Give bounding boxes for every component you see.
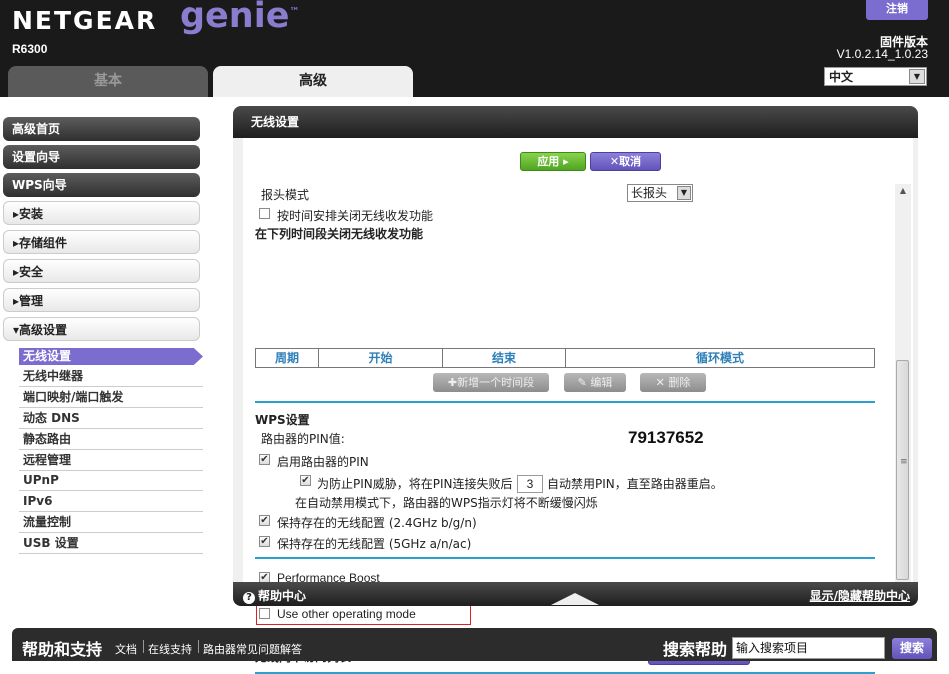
panel-body: 应用 ▸ ✕取消 报头模式 长报头 ▼ 按时间安排关闭无线收发功能 在下列时间段关…	[243, 138, 913, 674]
head-mode-value: 长报头	[631, 186, 668, 200]
panel-footer: ? 帮助中心 显示/隐藏帮助中心	[233, 582, 918, 606]
sidebar-sub-wireless-settings[interactable]: 无线设置	[19, 348, 203, 365]
genie-logo: genie™	[180, 0, 299, 36]
panel-title: 无线设置	[233, 106, 918, 138]
divider	[255, 557, 875, 559]
sidebar-sub-traffic-meter[interactable]: 流量控制	[19, 513, 203, 533]
schedule-table-header: 周期 开始 结束 循环模式	[255, 348, 875, 368]
sidebar-sub-remote-management[interactable]: 远程管理	[19, 451, 203, 471]
trademark: ™	[289, 6, 300, 18]
sidebar-sub-usb-settings[interactable]: USB 设置	[19, 534, 203, 554]
show-hide-help-link[interactable]: 显示/隐藏帮助中心	[810, 587, 910, 604]
sidebar-item-security[interactable]: ▸安全	[3, 259, 200, 283]
column-header-start: 开始	[319, 349, 443, 367]
search-help-label: 搜索帮助	[663, 640, 728, 659]
search-button[interactable]: 搜索	[892, 638, 932, 659]
keep-5ghz-checkbox[interactable]: ✔	[259, 536, 270, 547]
keep-24ghz-checkbox[interactable]: ✔	[259, 515, 270, 526]
firmware-version: V1.0.2.14_1.0.23	[836, 47, 928, 61]
tab-advanced[interactable]: 高级	[213, 66, 413, 97]
help-center-label: 帮助中心	[258, 589, 307, 603]
chevron-down-icon: ▼	[909, 69, 925, 84]
edit-button[interactable]: ✎ 编辑	[564, 373, 626, 392]
online-support-link[interactable]: 在线支持	[148, 641, 192, 657]
expand-arrow-icon[interactable]	[551, 593, 599, 605]
schedule-off-label: 按时间安排关闭无线收发功能	[277, 209, 434, 223]
sidebar-item-wps-wizard[interactable]: WPS向导	[3, 173, 200, 197]
brand-logo: NETGEAR	[12, 6, 158, 35]
sidebar-item-setup[interactable]: ▸安装	[3, 201, 200, 225]
sidebar-sub-upnp[interactable]: UPnP	[19, 471, 203, 491]
cancel-button[interactable]: ✕取消	[590, 152, 661, 171]
wireless-settings-panel: 无线设置 应用 ▸ ✕取消 报头模式 长报头 ▼ 按时间安排关闭无线收发功能 在下…	[233, 106, 918, 674]
column-header-repeat: 循环模式	[695, 351, 744, 365]
scroll-up-icon[interactable]: ▲	[895, 184, 911, 198]
help-icon: ?	[243, 592, 255, 604]
help-center-toggle[interactable]: ? 帮助中心	[243, 587, 306, 604]
language-value: 中文	[829, 70, 854, 84]
sidebar-item-setup-wizard[interactable]: 设置向导	[3, 145, 200, 169]
sidebar-sub-dynamic-dns[interactable]: 动态 DNS	[19, 409, 203, 429]
router-model: R6300	[12, 42, 48, 56]
head-mode-select[interactable]: 长报头 ▼	[627, 184, 693, 202]
separator	[198, 640, 199, 653]
prevent-pin-attack-label: 为防止PIN威胁，将在PIN连接失败后	[317, 477, 513, 491]
search-input[interactable]: 输入搜索项目	[732, 637, 885, 659]
separator	[143, 640, 144, 653]
genie-text: genie	[180, 0, 290, 36]
add-period-button[interactable]: ✚新增一个时间段	[433, 373, 549, 392]
scroll-thumb[interactable]: ≡	[896, 360, 909, 580]
tab-basic[interactable]: 基本	[8, 66, 208, 97]
column-header-end: 结束	[443, 349, 566, 367]
pin-value: 79137652	[628, 428, 704, 447]
enable-pin-checkbox[interactable]: ✔	[259, 454, 270, 465]
keep-5ghz-label: 保持存在的无线配置 (5GHz a/n/ac)	[277, 537, 472, 551]
header: NETGEAR genie™ R6300 注销 固件版本 V1.0.2.14_1…	[0, 0, 949, 97]
keep-24ghz-label: 保持存在的无线配置 (2.4GHz b/g/n)	[277, 516, 477, 530]
schedule-heading: 在下列时间段关闭无线收发功能	[255, 227, 424, 241]
pin-label: 路由器的PIN值:	[261, 432, 345, 446]
prevent-pin-attack-suffix: 自动禁用PIN，直至路由器重启。	[547, 477, 723, 491]
sidebar-sub-port-forwarding[interactable]: 端口映射/端口触发	[19, 388, 203, 408]
language-select[interactable]: 中文 ▼	[824, 67, 927, 86]
docs-link[interactable]: 文档	[115, 641, 137, 657]
sidebar-sub-wireless-repeater[interactable]: 无线中继器	[19, 367, 203, 387]
auto-disable-note: 在自动禁用模式下，路由器的WPS指示灯将不断缓慢闪烁	[295, 496, 598, 510]
other-mode-checkbox[interactable]	[259, 608, 270, 619]
enable-pin-label: 启用路由器的PIN	[277, 455, 369, 469]
sidebar-item-administration[interactable]: ▸管理	[3, 288, 200, 312]
support-title: 帮助和支持	[22, 640, 103, 659]
head-mode-label: 报头模式	[261, 188, 310, 202]
prevent-pin-attack-checkbox[interactable]: ✔	[300, 475, 311, 486]
sidebar-sub-static-routes[interactable]: 静态路由	[19, 430, 203, 450]
delete-button[interactable]: ✕ 删除	[640, 373, 706, 392]
faq-link[interactable]: 路由器常见问题解答	[203, 641, 302, 657]
sidebar-item-advanced-home[interactable]: 高级首页	[3, 117, 200, 141]
sidebar-sub-ipv6[interactable]: IPv6	[19, 492, 203, 512]
grip-icon: ≡	[900, 457, 908, 467]
schedule-off-checkbox[interactable]	[259, 208, 270, 219]
divider	[255, 401, 875, 403]
column-header-period: 周期	[256, 349, 319, 367]
apply-button[interactable]: 应用 ▸	[520, 152, 586, 171]
chevron-down-icon: ▼	[677, 186, 691, 200]
sidebar-item-usb-storage[interactable]: ▸存储组件	[3, 230, 200, 254]
support-bar: 帮助和支持 文档 在线支持 路由器常见问题解答 搜索帮助 输入搜索项目 搜索	[12, 628, 937, 661]
wps-heading: WPS设置	[255, 413, 310, 427]
other-mode-label: Use other operating mode	[277, 607, 416, 621]
sidebar-item-advanced-setup[interactable]: ▾高级设置	[3, 317, 200, 341]
logout-button[interactable]: 注销	[866, 0, 928, 20]
panel-scrollbar[interactable]: ▲ ≡	[895, 184, 911, 582]
failure-count-input[interactable]: 3	[517, 475, 543, 493]
